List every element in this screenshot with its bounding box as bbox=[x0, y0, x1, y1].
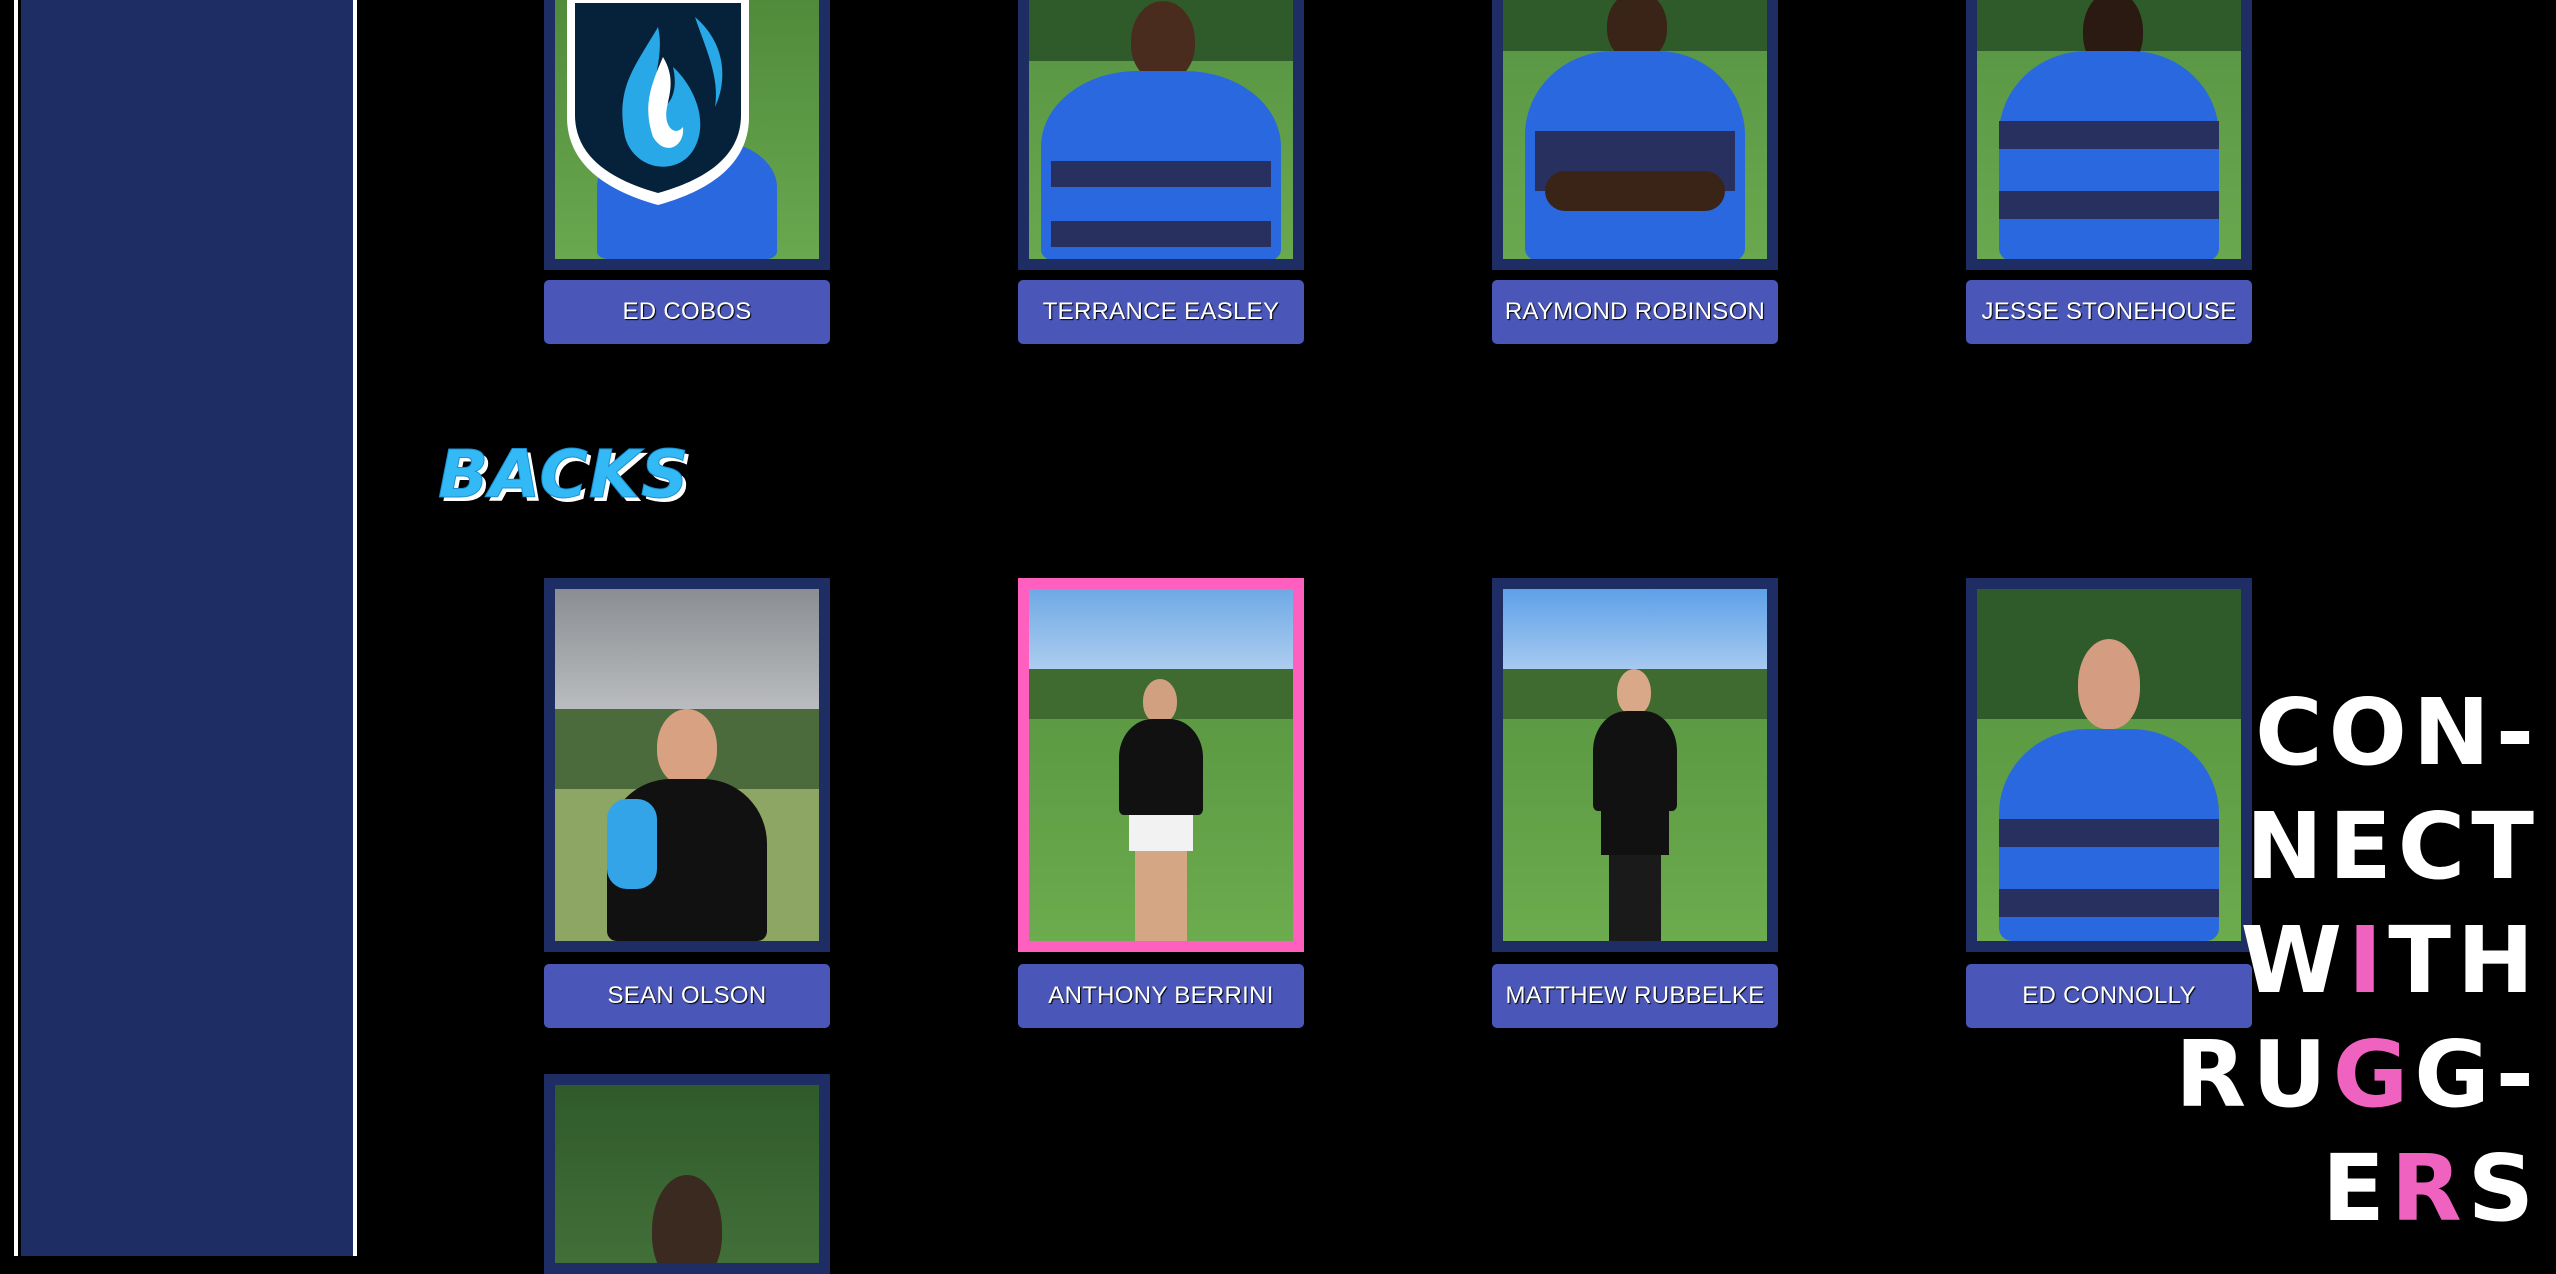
player-name-button[interactable]: ED COBOS bbox=[544, 280, 830, 344]
player-photo-frame[interactable] bbox=[544, 1074, 830, 1274]
section-title-backs: BACKS bbox=[437, 436, 690, 514]
banner-line: ERS bbox=[2322, 1135, 2540, 1242]
connect-with-ruggers-banner[interactable]: CON- NECT WITH RUGG- ERS bbox=[2160, 676, 2540, 1246]
player-name-button[interactable]: ANTHONY BERRINI bbox=[1018, 964, 1304, 1028]
banner-line: WITH bbox=[2240, 907, 2540, 1014]
player-photo bbox=[555, 0, 819, 259]
player-photo-frame[interactable] bbox=[544, 578, 830, 952]
banner-line: RUGG- bbox=[2175, 1021, 2540, 1128]
sidebar-border-right bbox=[353, 0, 357, 1256]
player-photo-frame[interactable] bbox=[1966, 0, 2252, 270]
player-photo bbox=[1029, 589, 1293, 941]
player-photo-frame-selected[interactable] bbox=[1018, 578, 1304, 952]
player-name-button[interactable]: TERRANCE EASLEY bbox=[1018, 280, 1304, 344]
player-photo-frame[interactable] bbox=[1018, 0, 1304, 270]
team-crest-icon bbox=[567, 0, 749, 205]
player-photo bbox=[1977, 0, 2241, 259]
player-photo bbox=[1029, 0, 1293, 259]
player-name-button[interactable]: JESSE STONEHOUSE bbox=[1966, 280, 2252, 344]
banner-line: CON- bbox=[2255, 679, 2540, 786]
player-photo bbox=[555, 1085, 819, 1263]
player-name-button[interactable]: SEAN OLSON bbox=[544, 964, 830, 1028]
banner-line: NECT bbox=[2245, 793, 2540, 900]
player-photo bbox=[1503, 0, 1767, 259]
sidebar-border-left bbox=[14, 0, 18, 1256]
player-name-button[interactable]: MATTHEW RUBBELKE bbox=[1492, 964, 1778, 1028]
player-photo-frame[interactable] bbox=[544, 0, 830, 270]
sidebar bbox=[0, 0, 360, 1256]
player-name-button[interactable]: RAYMOND ROBINSON bbox=[1492, 280, 1778, 344]
player-photo bbox=[1503, 589, 1767, 941]
player-photo-frame[interactable] bbox=[1492, 0, 1778, 270]
sidebar-panel bbox=[21, 0, 353, 1256]
player-photo-frame[interactable] bbox=[1492, 578, 1778, 952]
player-photo bbox=[555, 589, 819, 941]
